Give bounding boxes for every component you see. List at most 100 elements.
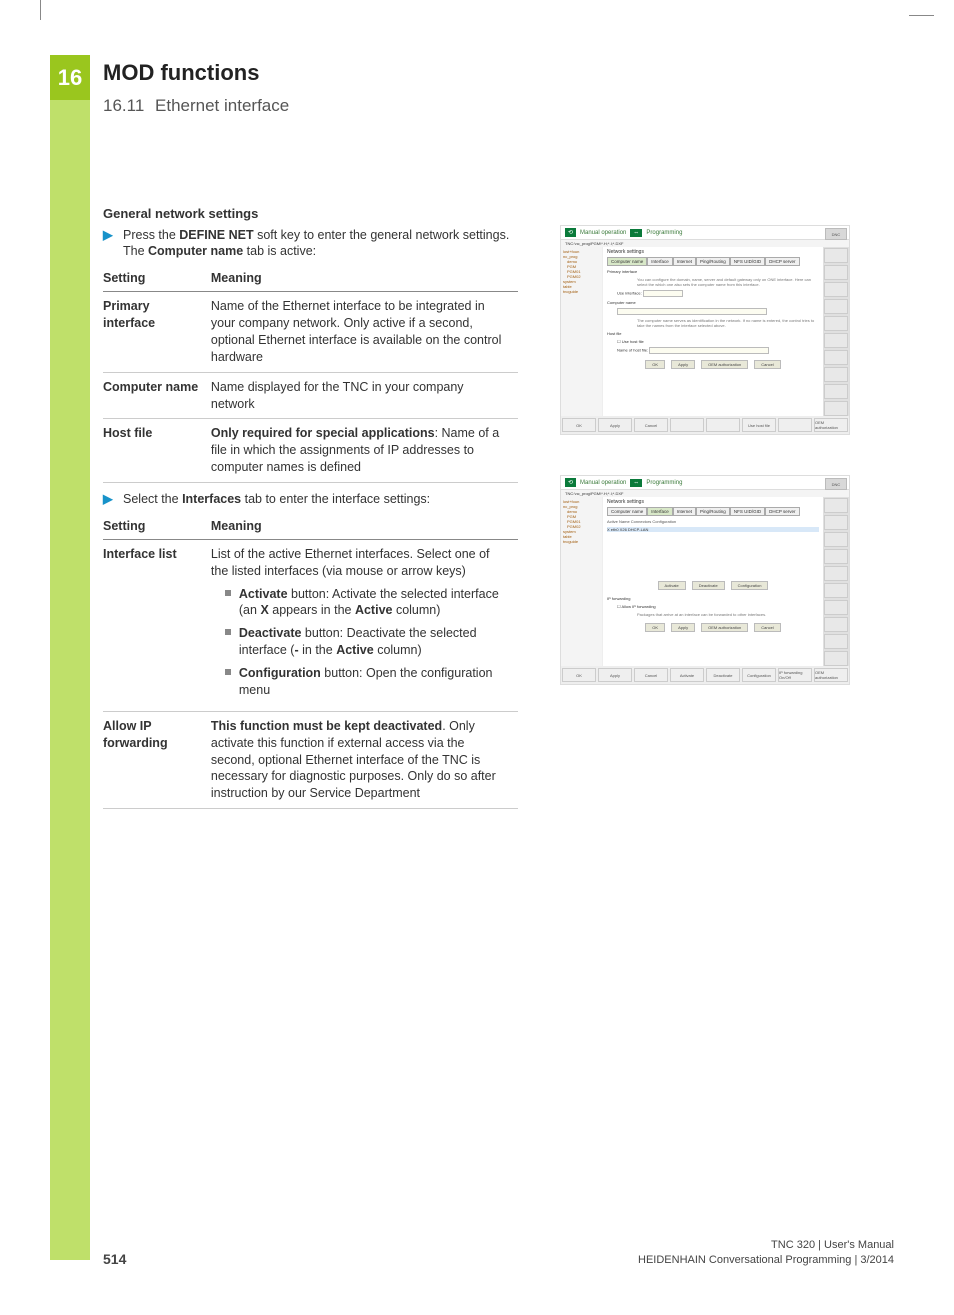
path-bar: TNC:\nc_prog\PGM\*.H;*.I;*.DXF xyxy=(561,490,849,497)
softkey[interactable] xyxy=(670,418,704,432)
tab-ping-routing[interactable]: Ping/Routing xyxy=(696,507,730,516)
dialog-title: Network settings xyxy=(607,249,819,255)
col-meaning: Meaning xyxy=(211,266,518,291)
apply-button[interactable]: Apply xyxy=(671,360,695,369)
interfaces-intro: Select the Interfaces tab to enter the i… xyxy=(123,491,518,508)
col-meaning: Meaning xyxy=(211,514,518,539)
mode-icon: ⟲ xyxy=(565,478,576,487)
tab-internet[interactable]: Internet xyxy=(673,257,696,266)
softkey[interactable]: Activate xyxy=(670,668,704,682)
bullet-text: Activate button: Activate the selected i… xyxy=(239,586,510,620)
softkey[interactable]: Deactivate xyxy=(706,668,740,682)
heading-general: General network settings xyxy=(103,205,518,223)
interface-list-header: Active Name Connectors Configuration xyxy=(607,519,819,524)
oem-button[interactable]: OEM authorization xyxy=(701,360,748,369)
file-tree[interactable]: lost+foun nc_prog demo PGM PGM01 PGM02 s… xyxy=(561,247,603,417)
activate-button[interactable]: Activate xyxy=(658,581,686,590)
footer-line-1: TNC 320 | User's Manual xyxy=(638,1238,894,1252)
tab-nfs[interactable]: NFS UID/GID xyxy=(730,257,765,266)
bullet-arrow-icon: ▶ xyxy=(103,227,115,261)
softkey[interactable]: Cancel xyxy=(634,418,668,432)
deactivate-button[interactable]: Deactivate xyxy=(692,581,725,590)
crop-mark xyxy=(909,15,934,16)
softkey-column xyxy=(823,247,849,417)
mode-programming: Programming xyxy=(646,480,682,486)
softkey[interactable]: Apply xyxy=(598,668,632,682)
help-ip-forwarding: Packages that arrive at an interface can… xyxy=(607,612,819,617)
bullet-text: Configuration button: Open the configura… xyxy=(239,665,510,699)
softkey[interactable]: OK xyxy=(562,418,596,432)
checkbox-ip-forwarding[interactable]: Allow IP forwarding xyxy=(621,604,655,609)
settings-table-2: Setting Meaning Interface list List of t… xyxy=(103,514,518,809)
square-bullet-icon xyxy=(225,669,231,675)
softkey[interactable]: Use host file xyxy=(742,418,776,432)
settings-table-1: Setting Meaning Primary interface Name o… xyxy=(103,266,518,483)
tab-dhcp[interactable]: DHCP server xyxy=(765,257,799,266)
softkey[interactable]: Cancel xyxy=(634,668,668,682)
dnc-button[interactable]: DNC xyxy=(825,478,847,490)
col-setting: Setting xyxy=(103,266,211,291)
label-primary-interface: Primary interface xyxy=(607,269,637,274)
softkey-column xyxy=(823,497,849,667)
softkey[interactable]: OK xyxy=(562,668,596,682)
screenshot-interfaces: ⟲ Manual operation ⇔ Programming DNC TNC… xyxy=(560,475,850,685)
mode-programming: Programming xyxy=(646,230,682,236)
path-bar: TNC:\nc_prog\PGM\*.H;*.I;*.DXF xyxy=(561,240,849,247)
mode-icon: ⟲ xyxy=(565,228,576,237)
oem-button[interactable]: OEM authorization xyxy=(701,623,748,632)
help-computer-name: The computer name serves as identificati… xyxy=(607,318,819,328)
square-bullet-icon xyxy=(225,590,231,596)
chapter-tab: 16 xyxy=(50,55,90,100)
label-computer-name: Computer name xyxy=(607,300,636,305)
host-file-field[interactable] xyxy=(649,347,769,354)
label-host-file: Host file xyxy=(607,331,621,336)
ok-button[interactable]: OK xyxy=(645,623,665,632)
help-primary: You can configure the domain, name, serv… xyxy=(607,277,819,287)
interface-row[interactable]: X eth0 X26 DHCP-LAN xyxy=(607,527,819,532)
tab-nfs[interactable]: NFS UID/GID xyxy=(730,507,765,516)
softkey[interactable]: OEM authorization xyxy=(814,668,848,682)
cancel-button[interactable]: Cancel xyxy=(754,360,780,369)
softkey[interactable] xyxy=(706,418,740,432)
side-bar xyxy=(50,100,90,1260)
tab-internet[interactable]: Internet xyxy=(673,507,696,516)
tab-interface[interactable]: Interface xyxy=(647,507,673,516)
cancel-button[interactable]: Cancel xyxy=(754,623,780,632)
table-row: Interface list List of the active Ethern… xyxy=(103,539,518,711)
mode-icon: ⇔ xyxy=(630,479,642,487)
softkey[interactable] xyxy=(778,418,812,432)
tab-ping-routing[interactable]: Ping/Routing xyxy=(696,257,730,266)
section-title: Ethernet interface xyxy=(155,96,289,115)
file-tree[interactable]: lost+foun nc_prog demo PGM PGM01 PGM02 s… xyxy=(561,497,603,667)
tab-computer-name[interactable]: Computer name xyxy=(607,507,647,516)
dialog-title: Network settings xyxy=(607,499,819,505)
col-setting: Setting xyxy=(103,514,211,539)
tab-dhcp[interactable]: DHCP server xyxy=(765,507,799,516)
tab-interface[interactable]: Interface xyxy=(647,257,673,266)
computer-name-field[interactable] xyxy=(617,308,767,315)
apply-button[interactable]: Apply xyxy=(671,623,695,632)
softkey[interactable]: Apply xyxy=(598,418,632,432)
intro-text: Press the DEFINE NET soft key to enter t… xyxy=(123,227,518,261)
dnc-button[interactable]: DNC xyxy=(825,228,847,240)
square-bullet-icon xyxy=(225,629,231,635)
label-name-host-file: Name of host file: xyxy=(617,348,648,353)
ok-button[interactable]: OK xyxy=(645,360,665,369)
bullet-text: Deactivate button: Deactivate the select… xyxy=(239,625,510,659)
mode-manual: Manual operation xyxy=(580,230,626,236)
softkey[interactable]: IP forwarding On/Off xyxy=(778,668,812,682)
tab-computer-name[interactable]: Computer name xyxy=(607,257,647,266)
bullet-arrow-icon: ▶ xyxy=(103,491,115,508)
use-interface-combo[interactable] xyxy=(643,290,683,297)
table-row: Computer name Name displayed for the TNC… xyxy=(103,372,518,419)
softkey[interactable]: OEM authorization xyxy=(814,418,848,432)
configuration-button[interactable]: Configuration xyxy=(731,581,769,590)
softkey[interactable]: Configuration xyxy=(742,668,776,682)
section-number: 16.11 xyxy=(103,96,144,115)
mode-icon: ⇔ xyxy=(630,229,642,237)
checkbox-use-host-file[interactable]: Use host file xyxy=(622,339,644,344)
page-number: 514 xyxy=(103,1251,126,1267)
table-row: Allow IP forwarding This function must b… xyxy=(103,711,518,808)
chapter-title: MOD functions xyxy=(103,60,289,86)
table-row: Primary interface Name of the Ethernet i… xyxy=(103,292,518,373)
